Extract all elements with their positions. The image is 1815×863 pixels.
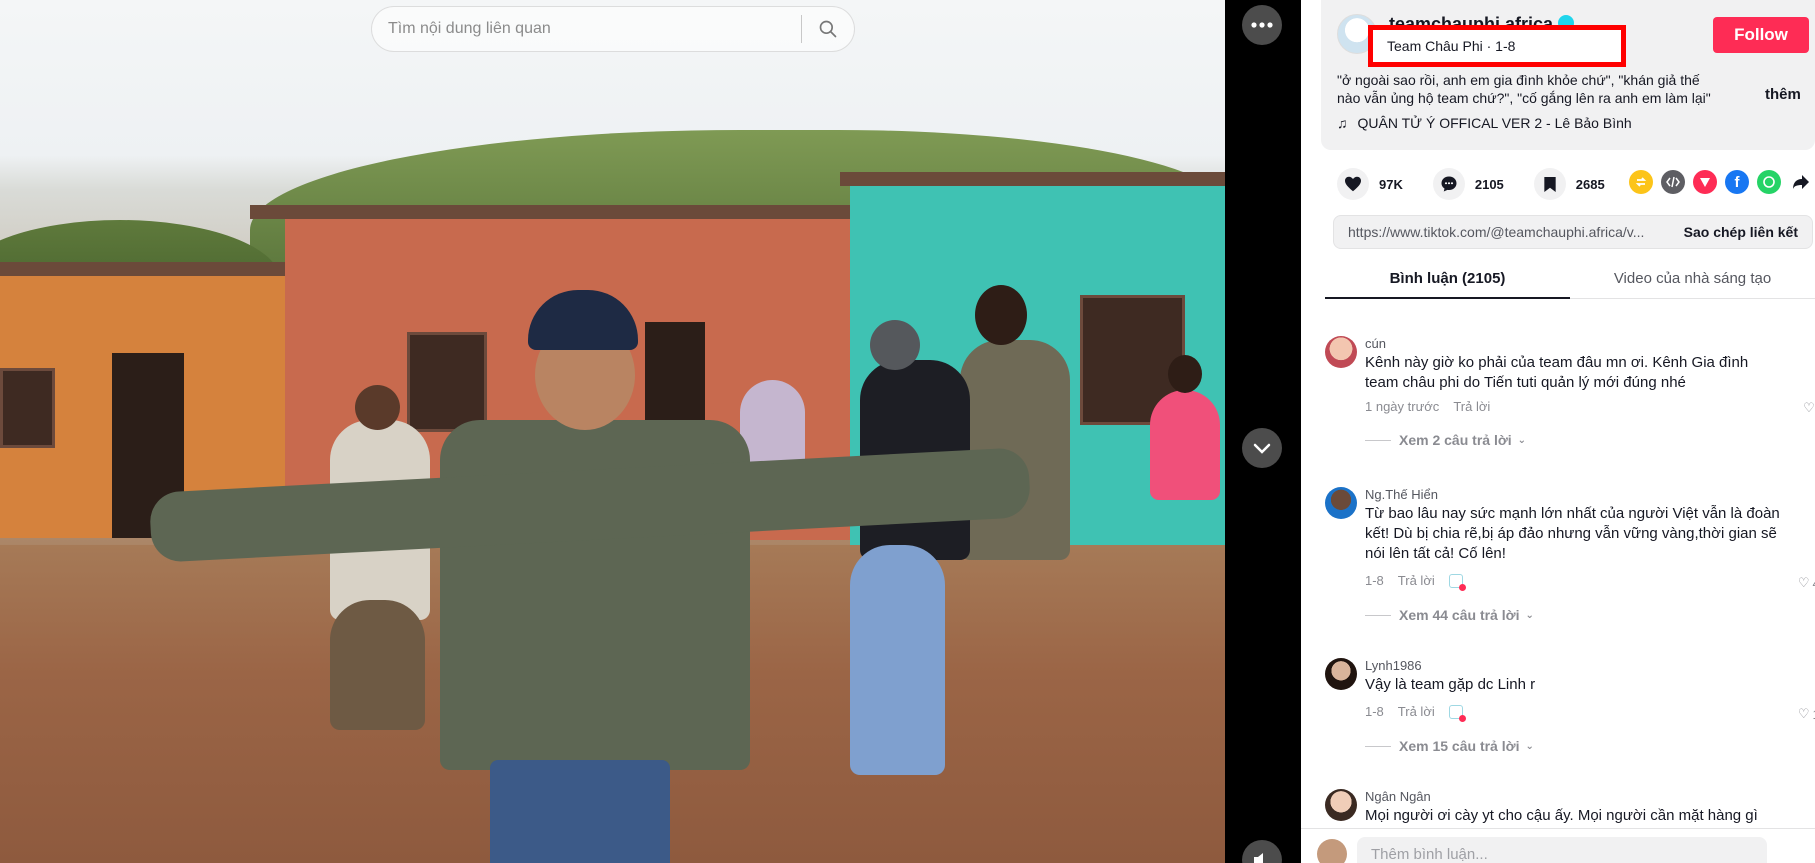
share-options: f	[1629, 170, 1813, 194]
reply-button[interactable]: Trả lời	[1398, 573, 1435, 588]
copy-link-button[interactable]: Sao chép liên kết	[1676, 224, 1812, 240]
chevron-down-icon: ⌄	[1517, 434, 1527, 446]
view-replies-button[interactable]: Xem 2 câu trả lời ⌄	[1365, 432, 1526, 448]
tab-comments[interactable]: Bình luận (2105)	[1325, 264, 1570, 299]
embed-icon[interactable]	[1661, 170, 1685, 194]
see-more-link[interactable]: thêm	[1765, 86, 1801, 103]
music-note-icon: ♫	[1337, 115, 1348, 131]
view-replies-label: Xem 15 câu trả lời	[1399, 738, 1520, 754]
search-button[interactable]	[802, 7, 854, 51]
avatar[interactable]	[1325, 487, 1357, 519]
comment-list: cún Kênh này giờ ko phải của team đâu mn…	[1301, 300, 1815, 828]
chevron-down-icon: ⌄	[1525, 740, 1534, 752]
heart-outline-icon: ♡	[1803, 400, 1815, 415]
comment-like-button[interactable]: ♡ 10	[1798, 706, 1815, 722]
comment-time: 1-8	[1365, 573, 1384, 588]
comment-item: Lynh1986 Vậy là team gặp dc Linh r 1-8 T…	[1325, 658, 1815, 758]
comment-meta: 1-8 Trả lời	[1365, 704, 1466, 722]
save-count: 2685	[1575, 176, 1605, 192]
like-count: 97K	[1379, 176, 1403, 192]
creator-nickname-date: Team Châu Phi · 1-8	[1368, 25, 1626, 67]
person-blue-jeans	[850, 545, 945, 775]
comment-username[interactable]: Ngân Ngân	[1365, 789, 1431, 804]
reply-button[interactable]: Trả lời	[1398, 704, 1435, 719]
roof	[0, 262, 300, 276]
whatsapp-icon[interactable]	[1757, 170, 1781, 194]
comment-text: Từ bao lâu nay sức mạnh lớn nhất của ngư…	[1365, 505, 1780, 562]
comment-input[interactable]	[1357, 837, 1767, 863]
like-button[interactable]: 97K	[1337, 168, 1403, 200]
save-button[interactable]: 2685	[1533, 168, 1605, 200]
search-icon	[819, 20, 837, 38]
search-bar	[371, 6, 855, 52]
comment-item: Ngân Ngân Mọi người ơi cày yt cho cậu ấy…	[1325, 789, 1815, 828]
follow-button[interactable]: Follow	[1713, 17, 1809, 53]
person-pink-shirt	[1150, 390, 1220, 500]
comment-meta: 1-8 Trả lời	[1365, 573, 1466, 591]
send-icon[interactable]	[1693, 170, 1717, 194]
repost-icon[interactable]	[1629, 170, 1653, 194]
details-panel: teamchauphi.africa Team Châu Phi · 1-8 F…	[1301, 0, 1815, 863]
more-options-button[interactable]	[1242, 5, 1282, 45]
avatar[interactable]	[1325, 789, 1357, 821]
avatar	[1317, 839, 1347, 863]
music-title: QUÂN TỬ Ý OFFICAL VER 2 - Lê Bảo Bình	[1357, 115, 1632, 131]
comment-icon	[1441, 176, 1457, 192]
comment-username[interactable]: Lynh1986	[1365, 658, 1422, 673]
chevron-down-icon	[1253, 443, 1271, 454]
facebook-icon[interactable]: f	[1725, 170, 1749, 194]
comment-like-button[interactable]: ♡ 1	[1803, 400, 1815, 416]
share-arrow-icon[interactable]	[1789, 170, 1813, 194]
comment-time: 1-8	[1365, 704, 1384, 719]
volume-icon	[1254, 853, 1263, 863]
comment-button[interactable]: 2105	[1432, 168, 1504, 200]
view-replies-label: Xem 44 câu trả lời	[1399, 607, 1520, 623]
video-player[interactable]	[0, 0, 1225, 863]
comment-text: Vậy là team gặp dc Linh r	[1365, 676, 1536, 693]
music-link[interactable]: ♫ QUÂN TỬ Ý OFFICAL VER 2 - Lê Bảo Bình	[1337, 115, 1632, 131]
heart-icon	[1345, 176, 1361, 192]
comment-time: 1 ngày trước	[1365, 399, 1440, 414]
creator-liked-icon	[1448, 704, 1466, 722]
comment-username[interactable]: cún	[1365, 336, 1386, 351]
ellipsis-icon	[1251, 22, 1273, 28]
roof	[250, 205, 870, 219]
comment-count: 2105	[1474, 176, 1504, 192]
heart-outline-icon: ♡	[1797, 706, 1810, 721]
tiktok-video-page: teamchauphi.africa Team Châu Phi · 1-8 F…	[0, 0, 1815, 863]
search-input[interactable]	[372, 7, 801, 51]
comment-item: Ng.Thế Hiển Từ bao lâu nay sức mạnh lớn …	[1325, 487, 1815, 627]
comment-like-button[interactable]: ♡ 44	[1798, 575, 1815, 591]
copy-link-row: https://www.tiktok.com/@teamchauphi.afri…	[1333, 215, 1813, 249]
view-replies-button[interactable]: Xem 44 câu trả lời ⌄	[1365, 607, 1534, 623]
video-description: "ở ngoài sao rồi, anh em gia đình khỏe c…	[1337, 72, 1711, 106]
comment-text: Kênh này giờ ko phải của team đâu mn ơi.…	[1365, 354, 1749, 391]
view-replies-button[interactable]: Xem 15 câu trả lời ⌄	[1365, 738, 1534, 754]
panel-tabs: Bình luận (2105) Video của nhà sáng tạo	[1325, 264, 1815, 299]
avatar[interactable]	[1325, 658, 1357, 690]
heart-outline-icon: ♡	[1797, 575, 1810, 590]
tab-creator-videos[interactable]: Video của nhà sáng tạo	[1570, 264, 1815, 298]
comment-text: Mọi người ơi cày yt cho cậu ấy. Mọi ngườ…	[1365, 807, 1758, 824]
next-video-button[interactable]	[1242, 428, 1282, 468]
creator-subtitle: Team Châu Phi · 1-8	[1387, 38, 1516, 54]
comment-meta: 1 ngày trước Trả lời	[1365, 399, 1490, 414]
avatar[interactable]	[1325, 336, 1357, 368]
video-url[interactable]: https://www.tiktok.com/@teamchauphi.afri…	[1334, 224, 1676, 240]
bookmark-icon	[1544, 176, 1556, 192]
comment-input-bar	[1301, 828, 1815, 863]
chevron-down-icon: ⌄	[1525, 609, 1534, 621]
action-bar: 97K 2105 2685	[1337, 168, 1635, 200]
view-replies-label: Xem 2 câu trả lời	[1399, 432, 1512, 448]
creator-liked-icon	[1448, 573, 1466, 591]
comment-item: cún Kênh này giờ ko phải của team đâu mn…	[1325, 336, 1815, 456]
reply-button[interactable]: Trả lời	[1453, 399, 1490, 414]
comment-username[interactable]: Ng.Thế Hiển	[1365, 487, 1438, 502]
roof	[840, 172, 1225, 186]
